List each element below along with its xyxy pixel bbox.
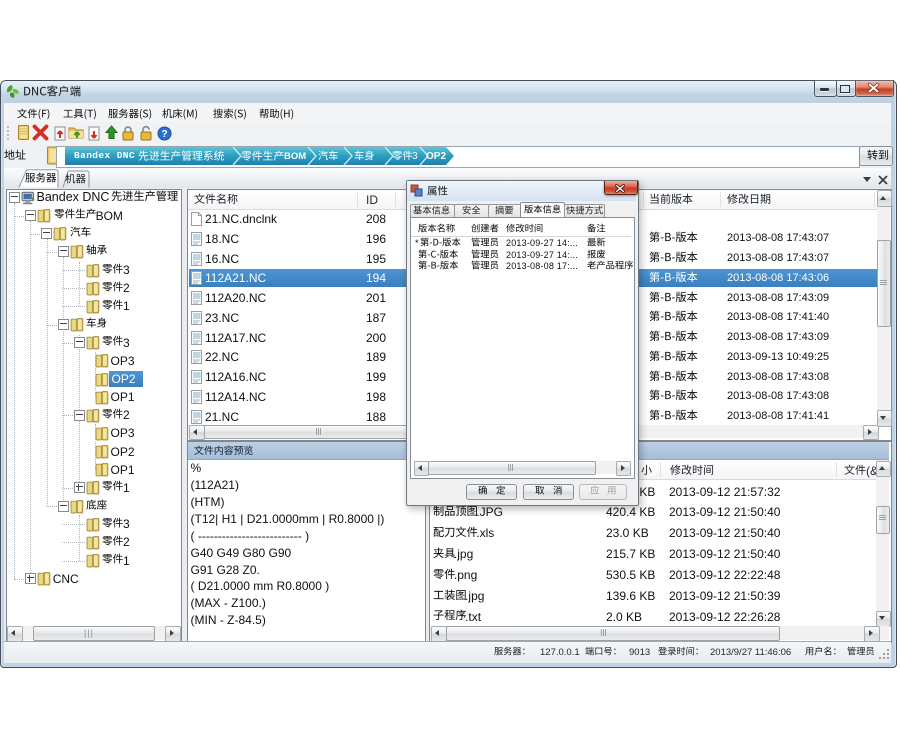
svg-text:?: ? xyxy=(161,129,167,140)
